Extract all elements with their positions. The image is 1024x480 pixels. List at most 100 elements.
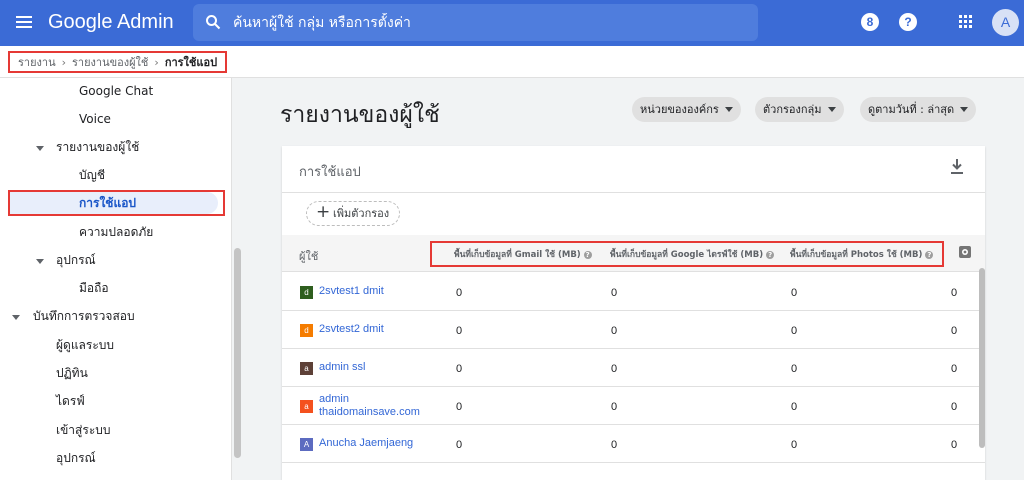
sidebar-item-accounts[interactable]: บัญชี (79, 165, 105, 185)
sidebar-item-app-usage[interactable]: การใช้แอป (79, 193, 136, 213)
user-name-link[interactable]: Anucha Jaemjaeng (319, 437, 413, 450)
group-filter-chip[interactable]: ตัวกรองกลุ่ม (755, 97, 844, 122)
breadcrumb: รายงาน › รายงานของผู้ใช้ › การใช้แอป (8, 51, 228, 73)
apps-grid-icon[interactable] (959, 15, 973, 29)
help-circle-icon[interactable]: ? (766, 250, 775, 259)
help-circle-icon[interactable]: ? (925, 250, 934, 259)
user-name: admin ssl (319, 361, 366, 373)
column-settings-gear-icon[interactable] (958, 245, 972, 259)
caret-down-icon[interactable] (36, 146, 44, 151)
sidebar-item-google-chat[interactable]: Google Chat (79, 81, 153, 101)
gmail-usage-cell: 0 (456, 439, 463, 451)
search-bar[interactable] (193, 4, 758, 41)
gmail-usage-cell: 0 (456, 325, 463, 337)
sidebar-item-voice[interactable]: Voice (79, 109, 111, 129)
user-name: 2svtest2 dmit (319, 323, 384, 335)
dropdown-arrow-icon (724, 107, 733, 112)
column-label: พื้นที่เก็บข้อมูลที่ Gmail ใช้ (MB) (454, 250, 581, 260)
user-name-line2: thaidomainsave.com (319, 406, 420, 418)
gmail-usage-cell: 0 (456, 401, 463, 413)
user-name: Anucha Jaemjaeng (319, 437, 414, 449)
total-usage-cell: 0 (951, 439, 958, 451)
photos-usage-cell: 0 (791, 401, 798, 413)
sidebar-item-devices-audit[interactable]: อุปกรณ์ (56, 448, 96, 468)
page-title: รายงานของผู้ใช้ (280, 102, 440, 128)
download-icon[interactable] (950, 158, 964, 176)
breadcrumb-reports[interactable]: รายงาน (18, 53, 56, 71)
column-header-photos[interactable]: พื้นที่เก็บข้อมูลที่ Photos ใช้ (MB)? (790, 247, 934, 261)
user-avatar: d (300, 324, 313, 337)
divider (282, 192, 985, 193)
dropdown-arrow-icon (960, 107, 969, 112)
help-icon[interactable]: ? (899, 13, 917, 31)
top-app-bar: Google Admin 8 ? A (0, 0, 1024, 46)
user-name-link[interactable]: admin thaidomainsave.com (319, 393, 420, 419)
breadcrumb-bar: รายงาน › รายงานของผู้ใช้ › การใช้แอป (0, 46, 1024, 78)
sidebar-item-admin[interactable]: ผู้ดูแลระบบ (56, 335, 114, 355)
sidebar: Google Chat Voice รายงานของผู้ใช้ บัญชี … (0, 78, 232, 480)
table-row[interactable]: a admin ssl 0 0 0 0 (282, 349, 985, 387)
caret-down-icon[interactable] (12, 315, 20, 320)
total-usage-cell: 0 (951, 325, 958, 337)
plus-icon: + (316, 202, 331, 222)
dropdown-arrow-icon (827, 107, 836, 112)
sidebar-item-calendar[interactable]: ปฏิทิน (56, 363, 88, 383)
column-header-user[interactable]: ผู้ใช้ (299, 247, 318, 265)
search-input[interactable] (233, 13, 733, 33)
chip-label: หน่วยขององค์กร (640, 103, 719, 116)
app-brand[interactable]: Google Admin (48, 11, 174, 34)
drive-usage-cell: 0 (611, 363, 618, 375)
column-header-gmail[interactable]: พื้นที่เก็บข้อมูลที่ Gmail ใช้ (MB)? (454, 247, 592, 261)
gmail-usage-cell: 0 (456, 363, 463, 375)
user-avatar: a (300, 400, 313, 413)
photos-usage-cell: 0 (791, 325, 798, 337)
sidebar-item-audit-log[interactable]: บันทึกการตรวจสอบ (33, 306, 135, 326)
photos-usage-cell: 0 (791, 439, 798, 451)
sidebar-item-security[interactable]: ความปลอดภัย (79, 222, 153, 242)
sidebar-item-devices[interactable]: อุปกรณ์ (56, 250, 96, 270)
user-name: admin (319, 393, 349, 405)
org-unit-filter-chip[interactable]: หน่วยขององค์กร (632, 97, 741, 122)
column-header-drive[interactable]: พื้นที่เก็บข้อมูลที่ Google ไดรฟ์ใช้ (MB… (610, 247, 775, 261)
sidebar-item-login[interactable]: เข้าสู่ระบบ (56, 420, 111, 440)
total-usage-cell: 0 (951, 401, 958, 413)
user-avatar: A (300, 438, 313, 451)
user-name: 2svtest1 dmit (319, 285, 384, 297)
card-title: การใช้แอป (299, 165, 361, 180)
date-filter-chip[interactable]: ดูตามวันที่ : ล่าสุด (860, 97, 977, 122)
sidebar-item-user-reports[interactable]: รายงานของผู้ใช้ (56, 137, 139, 157)
photos-usage-cell: 0 (791, 363, 798, 375)
sidebar-item-drive[interactable]: ไดรฟ์ (56, 391, 85, 411)
help-circle-icon[interactable]: ? (583, 250, 592, 259)
caret-down-icon[interactable] (36, 259, 44, 264)
table-row[interactable]: d 2svtest1 dmit 0 0 0 0 (282, 273, 985, 311)
user-avatar: d (300, 286, 313, 299)
breadcrumb-user-reports[interactable]: รายงานของผู้ใช้ (72, 53, 148, 71)
drive-usage-cell: 0 (611, 401, 618, 413)
table-row[interactable]: a admin thaidomainsave.com 0 0 0 0 (282, 387, 985, 425)
add-filter-button[interactable]: + เพิ่มตัวกรอง (306, 201, 401, 226)
drive-usage-cell: 0 (611, 439, 618, 451)
chip-label: ดูตามวันที่ : ล่าสุด (868, 103, 955, 116)
user-name-link[interactable]: 2svtest2 dmit (319, 323, 384, 336)
app-usage-card: การใช้แอป + เพิ่มตัวกรอง ผู้ใช้ พื้นที่เ… (282, 146, 985, 480)
table-row[interactable]: A Anucha Jaemjaeng 0 0 0 0 (282, 425, 985, 463)
sidebar-scrollbar-thumb[interactable] (234, 248, 241, 458)
user-name-link[interactable]: admin ssl (319, 361, 365, 374)
total-usage-cell: 0 (951, 363, 958, 375)
breadcrumb-app-usage: การใช้แอป (164, 56, 218, 69)
sidebar-item-mobile[interactable]: มือถือ (79, 278, 109, 298)
column-label: พื้นที่เก็บข้อมูลที่ Photos ใช้ (MB) (790, 250, 923, 260)
table-header: ผู้ใช้ พื้นที่เก็บข้อมูลที่ Gmail ใช้ (M… (282, 235, 985, 272)
hamburger-menu-icon[interactable] (14, 13, 34, 33)
table-row[interactable]: d 2svtest2 dmit 0 0 0 0 (282, 311, 985, 349)
table-scrollbar-thumb[interactable] (979, 268, 985, 448)
breadcrumb-separator: › (154, 55, 159, 69)
total-usage-cell: 0 (951, 287, 958, 299)
column-label: พื้นที่เก็บข้อมูลที่ Google ไดรฟ์ใช้ (MB… (610, 250, 764, 260)
search-icon[interactable] (205, 14, 221, 30)
user-name-link[interactable]: 2svtest1 dmit (319, 285, 384, 298)
notifications-icon[interactable]: 8 (861, 13, 879, 31)
drive-usage-cell: 0 (611, 287, 618, 299)
account-avatar[interactable]: A (992, 9, 1019, 36)
